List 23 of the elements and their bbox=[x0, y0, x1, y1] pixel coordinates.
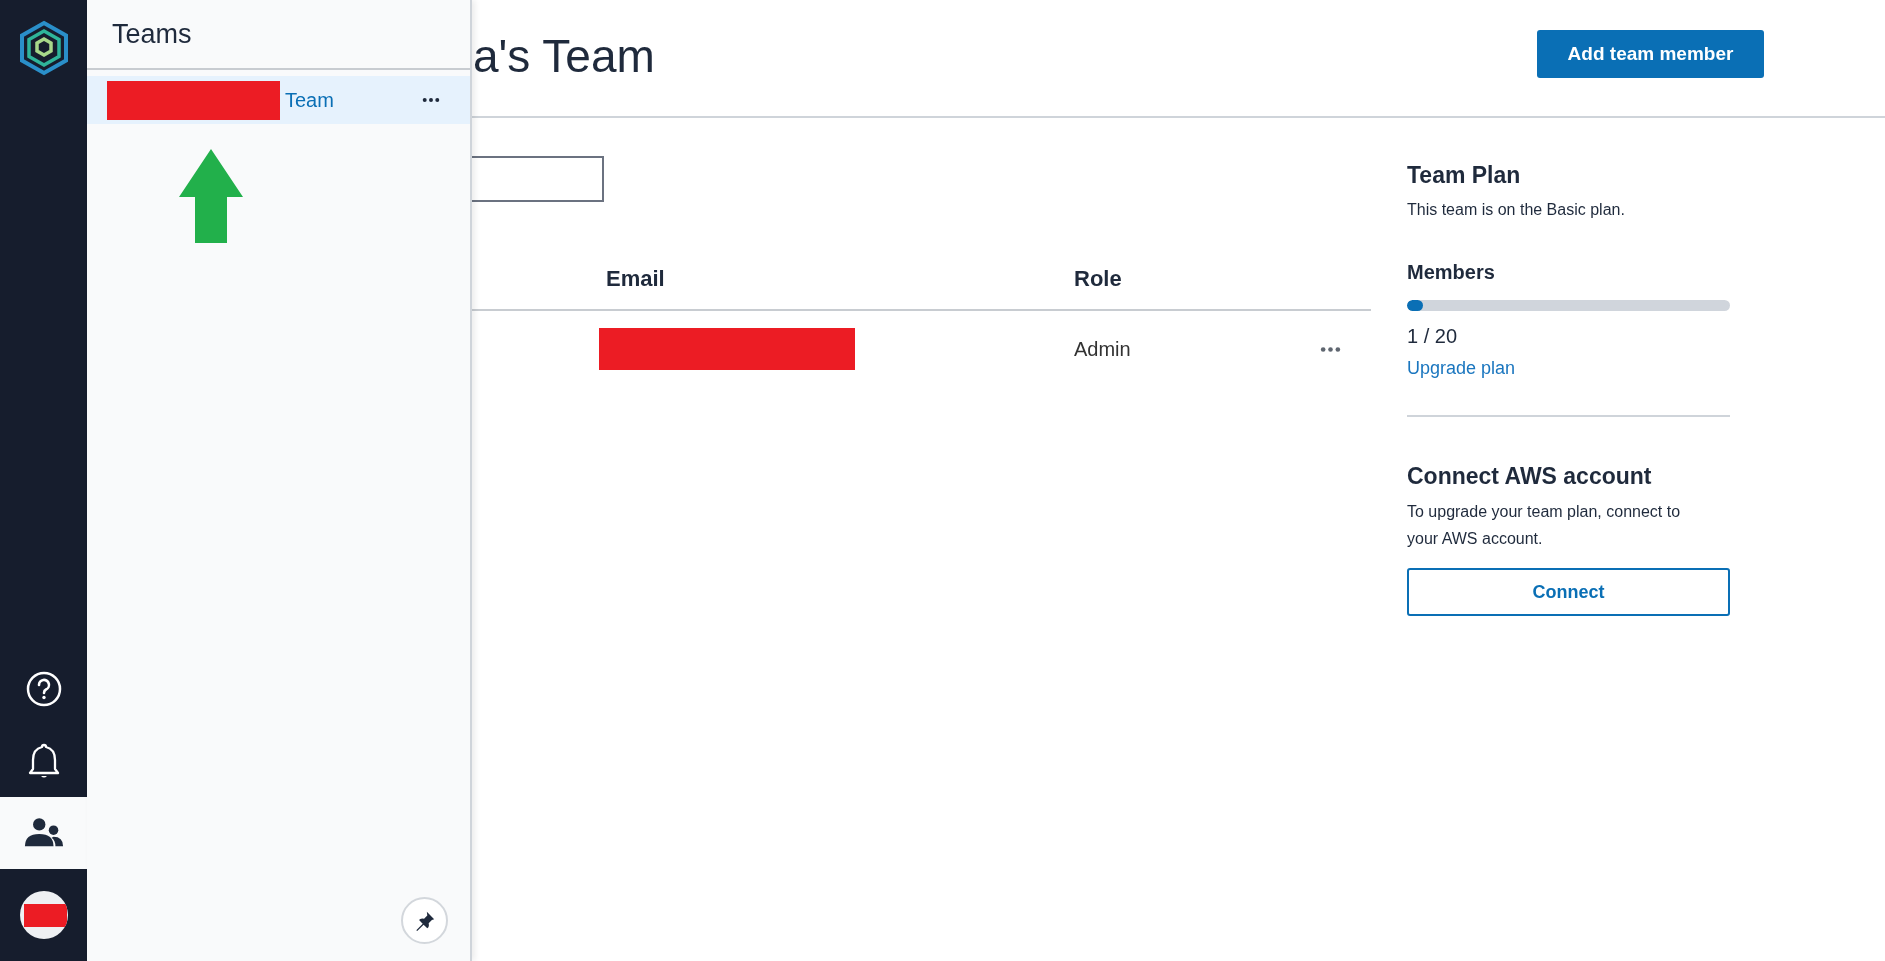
team-list-item[interactable]: Team bbox=[87, 76, 470, 124]
pin-button[interactable] bbox=[401, 897, 448, 944]
connect-button[interactable]: Connect bbox=[1407, 568, 1730, 616]
member-count: 1 / 20 bbox=[1407, 325, 1458, 348]
add-member-button[interactable]: Add team member bbox=[1537, 30, 1764, 78]
column-header: Role bbox=[1074, 266, 1123, 292]
upgrade-plan-link[interactable]: Upgrade plan bbox=[1407, 358, 1516, 379]
page-title: a's Team bbox=[472, 29, 655, 84]
more-icon[interactable] bbox=[422, 97, 440, 103]
search-field[interactable] bbox=[472, 156, 604, 202]
people-icon-button[interactable] bbox=[0, 797, 87, 869]
section-title: Team Plan bbox=[1407, 162, 1521, 189]
table-cell-text: Admin bbox=[1074, 337, 1132, 361]
more-icon[interactable] bbox=[1320, 345, 1341, 353]
hexagon-logo-icon[interactable] bbox=[17, 20, 70, 76]
panel-title: Teams bbox=[87, 0, 470, 70]
column-header: Email bbox=[606, 266, 666, 292]
aws-description: To upgrade your team plan, connect to your AWS account. bbox=[1407, 502, 1682, 549]
team-name: Team bbox=[285, 88, 335, 112]
members-label: Members bbox=[1407, 261, 1495, 284]
user-avatar[interactable] bbox=[19, 891, 68, 939]
plan-description: This team is on the Basic plan. bbox=[1407, 201, 1625, 219]
section-title: Connect AWS account bbox=[1407, 463, 1652, 490]
